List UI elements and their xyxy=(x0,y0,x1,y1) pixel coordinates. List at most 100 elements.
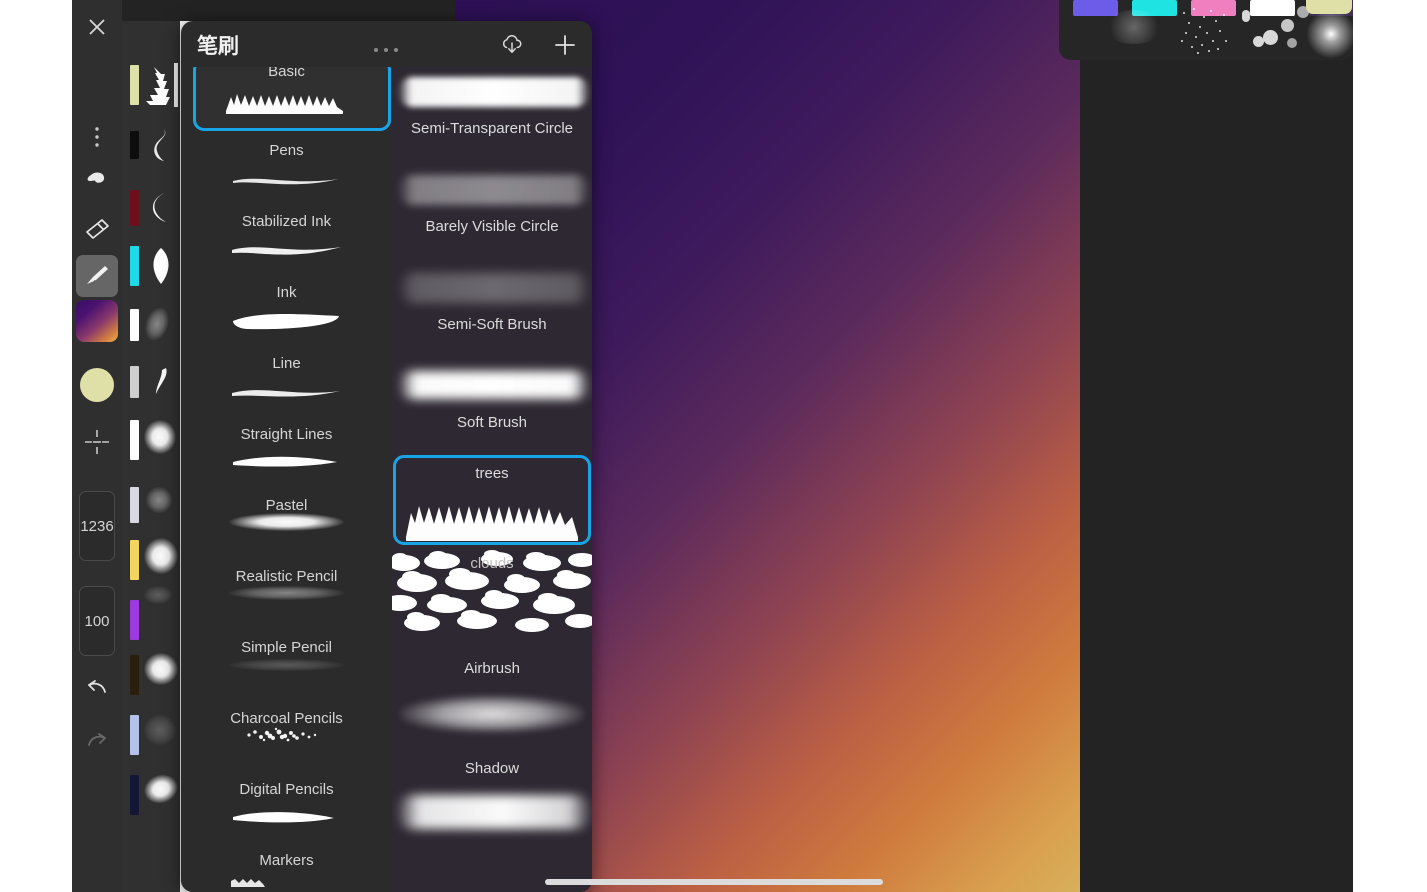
crosshair-icon xyxy=(85,430,109,454)
history-stroke-preview xyxy=(144,420,176,454)
more-options-button[interactable] xyxy=(76,116,118,158)
eraser-tool-button[interactable] xyxy=(76,208,118,250)
brush-stroke-preview xyxy=(402,487,582,543)
category-item-charcoal-pencils[interactable]: Charcoal Pencils xyxy=(181,706,392,777)
brush-item-airbrush[interactable]: Airbrush xyxy=(392,655,592,753)
history-color-bar xyxy=(130,420,139,460)
category-item-stabilized-ink[interactable]: Stabilized Ink xyxy=(181,209,392,280)
floating-brush-palette[interactable]: WARRIORS xyxy=(1059,0,1354,60)
brush-item-shadow[interactable]: Shadow xyxy=(392,753,592,851)
add-brush-button[interactable] xyxy=(547,27,583,63)
brush-icon xyxy=(87,266,108,284)
history-stroke-preview xyxy=(140,481,178,519)
history-edge-mark xyxy=(174,63,178,107)
palette-dot-e xyxy=(1287,38,1297,48)
palette-dot-a xyxy=(1242,10,1250,22)
brush-tool-button[interactable] xyxy=(76,255,118,297)
undo-button[interactable] xyxy=(76,667,118,709)
transform-tool-button[interactable] xyxy=(76,421,118,463)
palette-dot-d xyxy=(1281,19,1294,32)
history-stroke-preview xyxy=(144,61,178,109)
smudge-tool-button[interactable] xyxy=(76,161,118,203)
palette-dot-b xyxy=(1263,30,1278,45)
history-stroke-preview xyxy=(144,538,178,574)
brush-size-field[interactable]: 1236 xyxy=(79,491,115,561)
category-item-straight-lines[interactable]: Straight Lines xyxy=(181,422,392,493)
brush-label: Soft Brush xyxy=(456,414,528,431)
category-stroke-preview xyxy=(229,803,344,837)
app-root: WARRIORS xyxy=(0,0,1427,892)
history-item[interactable] xyxy=(122,352,180,412)
close-button[interactable] xyxy=(76,6,118,48)
palette-stroke-previews: WARRIORS xyxy=(1059,0,1354,60)
history-item[interactable] xyxy=(122,705,180,765)
cloud-download-icon xyxy=(503,35,522,54)
history-color-bar xyxy=(130,309,139,341)
brushes-panel[interactable]: 笔刷 Basic Pens Stabilized Ink Ink Line St… xyxy=(181,21,592,892)
category-item-markers[interactable]: Markers xyxy=(181,848,392,892)
history-item[interactable] xyxy=(122,295,180,355)
history-item[interactable] xyxy=(122,115,180,175)
gradient-swatch-button[interactable] xyxy=(76,300,118,342)
cloud-download-button[interactable] xyxy=(494,27,530,63)
history-item[interactable] xyxy=(122,410,180,470)
history-item[interactable] xyxy=(122,645,180,705)
history-color-bar xyxy=(130,65,139,105)
category-item-pastel[interactable]: Pastel xyxy=(181,493,392,564)
category-item-pens[interactable]: Pens xyxy=(181,138,392,209)
category-item-line[interactable]: Line xyxy=(181,351,392,422)
redo-button[interactable] xyxy=(76,720,118,762)
category-item-simple-pencil[interactable]: Simple Pencil xyxy=(181,635,392,706)
category-stroke-preview xyxy=(223,85,348,115)
history-item[interactable] xyxy=(122,178,180,238)
brush-item-trees[interactable]: trees xyxy=(392,455,592,557)
category-item-basic[interactable]: Basic xyxy=(181,67,392,138)
category-label: Realistic Pencil xyxy=(235,568,338,585)
brush-category-list[interactable]: Basic Pens Stabilized Ink Ink Line Strai… xyxy=(181,67,392,892)
history-stroke-preview xyxy=(144,242,178,290)
history-item[interactable] xyxy=(122,530,180,590)
category-stroke-preview xyxy=(229,306,344,340)
smudge-icon xyxy=(87,172,105,183)
history-item[interactable] xyxy=(122,586,180,650)
brush-opacity-field[interactable]: 100 xyxy=(79,586,115,656)
history-item[interactable] xyxy=(122,475,180,535)
category-label: Pens xyxy=(269,142,304,159)
horizontal-scrollbar[interactable] xyxy=(545,879,883,885)
history-item[interactable] xyxy=(122,236,180,296)
category-item-realistic-pencil[interactable]: Realistic Pencil xyxy=(181,564,392,635)
brush-item-soft-brush[interactable]: Soft Brush xyxy=(392,361,592,459)
category-label: Markers xyxy=(259,852,314,869)
brush-label: trees xyxy=(475,465,509,482)
palette-glow-preview xyxy=(1303,6,1354,60)
panel-body: Basic Pens Stabilized Ink Ink Line Strai… xyxy=(181,67,592,892)
history-stroke-preview xyxy=(144,184,178,232)
more-vertical-icon xyxy=(95,127,99,147)
brush-item-clouds[interactable]: clouds xyxy=(392,550,592,655)
left-tool-rail: 1236 100 xyxy=(72,0,122,892)
category-stroke-preview xyxy=(229,164,344,198)
category-label: Pastel xyxy=(265,497,308,514)
history-color-bar xyxy=(130,131,139,159)
brush-label: Airbrush xyxy=(464,660,520,677)
brush-history-strip[interactable] xyxy=(122,0,182,892)
history-item[interactable] xyxy=(122,765,182,825)
history-item[interactable] xyxy=(122,55,180,115)
brush-item-barely-visible-circle[interactable]: Barely Visible Circle xyxy=(392,165,592,263)
category-label: Simple Pencil xyxy=(241,639,332,656)
history-stroke-preview xyxy=(144,586,172,604)
left-gutter xyxy=(0,0,72,892)
palette-yellow-chip[interactable] xyxy=(1306,0,1352,14)
right-gutter xyxy=(1353,0,1427,892)
brush-list[interactable]: Semi-Transparent Circle Barely Visible C… xyxy=(392,67,592,892)
category-item-ink[interactable]: Ink xyxy=(181,280,392,351)
color-swatch-button[interactable] xyxy=(80,368,114,402)
history-stroke-preview xyxy=(141,304,173,344)
category-stroke-preview xyxy=(229,586,344,600)
brush-item-semi-transparent-circle[interactable]: Semi-Transparent Circle xyxy=(392,67,592,165)
more-dots-icon[interactable] xyxy=(374,48,398,52)
panel-header: 笔刷 xyxy=(181,21,592,67)
category-item-digital-pencils[interactable]: Digital Pencils xyxy=(181,777,392,848)
brush-item-semi-soft-brush[interactable]: Semi-Soft Brush xyxy=(392,263,592,361)
brush-stroke-preview xyxy=(398,273,590,303)
